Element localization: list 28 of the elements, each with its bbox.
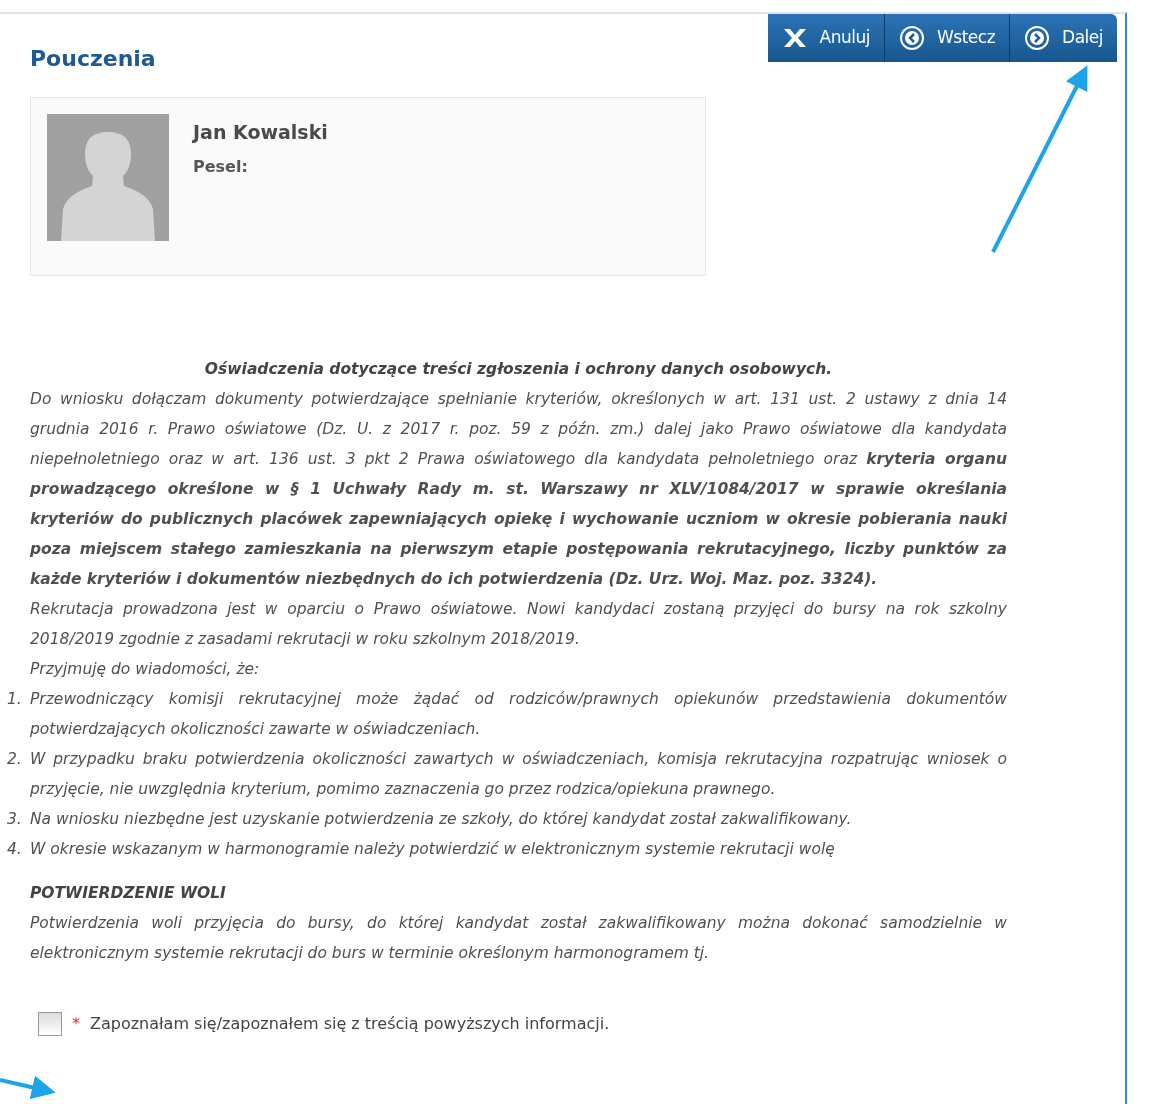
person-name: Jan Kowalski (193, 120, 328, 145)
annotation-arrow (0, 1075, 56, 1100)
list-number: 2. (7, 749, 23, 770)
paragraph: Potwierdzenia woli przyjęcia do bursy, do której kandydat został zakwalifikowany można dokonać samodzielnie w elektronicznym systemie rekrutacji do burs w terminie określonym harmonogramem tj. (30, 913, 1007, 964)
chevron-right-icon (1024, 26, 1051, 50)
page-title: Pouczenia (30, 45, 157, 73)
section-heading: POTWIERDZENIE WOLI (30, 883, 227, 904)
list-number: 4. (7, 839, 23, 860)
back-button[interactable]: Wstecz (884, 14, 1010, 62)
list-item-text: Na wniosku niezbędne jest uzyskanie potwierdzenia ze szkoły, do której kandydat został zakwalifikowany. (30, 809, 852, 830)
list-item-text: Przewodniczący komisji rekrutacyjnej może żądać od rodziców/prawnych opiekunów przedstawienia dokumentów potwierdzających okoliczności zawarte w oświadczeniach. (30, 689, 1007, 740)
list-number: 1. (7, 689, 23, 710)
paragraph: Przyjmuję do wiadomości, że: (30, 659, 261, 680)
avatar-icon (47, 114, 169, 241)
list-number: 3. (7, 809, 23, 830)
list-item-text: W przypadku braku potwierdzenia okoliczności zawartych w oświadczeniach, komisja rekrutacyjna rozpatrując wniosek o przyjęcie, nie uwzględnia kryterium, pomimo zaznaczenia go przez rodzica/opiekuna prawnego. (30, 749, 1007, 800)
close-icon (781, 26, 808, 50)
checkbox[interactable] (38, 1012, 62, 1036)
list-item-text: W okresie wskazanym w harmonogramie należy potwierdzić w elektronicznym systemie rekrutacji wolę (30, 839, 835, 860)
cancel-button[interactable]: Anuluj (767, 14, 884, 62)
pesel-label: Pesel: (193, 155, 249, 178)
statement-heading: Oświadczenia dotyczące treści zgłoszenia i ochrony danych osobowych. (203, 359, 834, 380)
paragraph: Do wniosku dołączam dokumenty potwierdzające spełnianie kryteriów, określonych w art. 131 ust. 2 ustawy z dnia 14 grudnia 2016 r. Prawo oświatowe (Dz. U. z 2017 r. poz. 59 z późn. zm.) dalej jako Prawo oświatowe dla kandydata niepełnoletniego oraz w art. 136 ust. 3 pkt 2 Prawa oświatowego dla kandydata pełnoletniego oraz kryteria organu prowadzącego określone w § 1 Uchwały Rady m. st. Warszawy nr XLV/1084/2017 w sprawie określania kryteriów do publicznych placówek zapewniających opiekę i wychowanie uczniom w okresie pobierania nauki poza miejscem stałego zamieszkania na pierwszym etapie postępowania rekrutacyjnego, liczby punktów za każde kryteriów i dokumentów niezbędnych do ich potwierdzenia (Dz. Urz. Woj. Maz. poz. 3324). (30, 389, 1007, 590)
chevron-left-icon (899, 26, 925, 50)
next-button[interactable]: Dalej (1009, 14, 1117, 62)
checkbox-label[interactable]: Zapoznałam się/zapoznałem się z treścią powyższych informacji. (90, 1012, 610, 1036)
paragraph: Rekrutacja prowadzona jest w oparciu o Prawo oświatowe. Nowi kandydaci zostaną przyjęci do bursy na rok szkolny 2018/2019 zgodnie z zasadami rekrutacji w roku szkolnym 2018/2019. (30, 599, 1007, 650)
required-mark: * (72, 1013, 80, 1035)
